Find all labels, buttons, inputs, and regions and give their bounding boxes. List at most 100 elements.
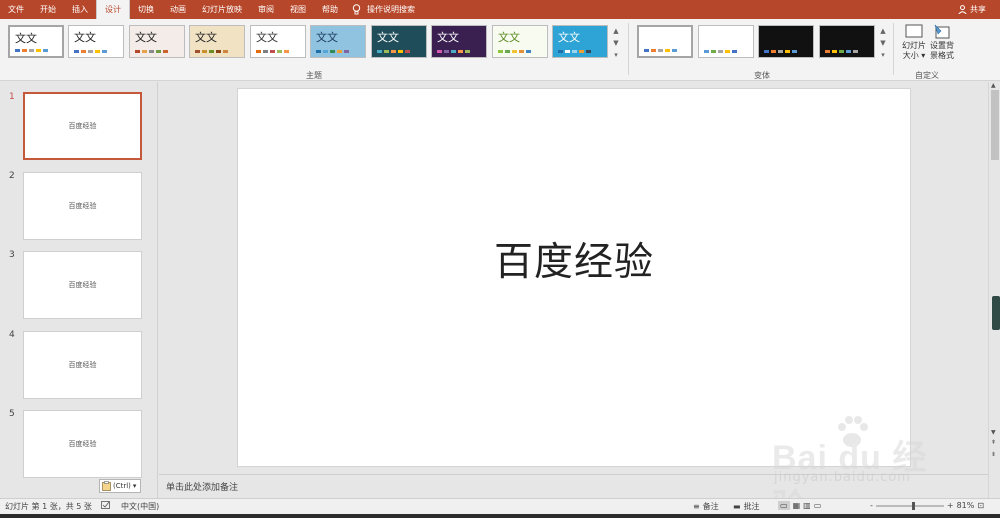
scroll-down-icon[interactable]: ▼ [991, 429, 996, 436]
theme-option-9[interactable]: 文文 [492, 25, 548, 58]
tab-design[interactable]: 设计 [96, 0, 130, 19]
theme-option-10[interactable]: 文文 [552, 25, 608, 58]
color-swatch [505, 50, 510, 53]
spellcheck-status[interactable] [101, 501, 111, 510]
slide-thumbnail-4[interactable]: 百度经验 [23, 331, 142, 399]
scroll-down-icon[interactable]: ▼ [613, 37, 618, 49]
variant-option-2[interactable] [698, 25, 754, 58]
color-swatch [337, 50, 342, 53]
color-swatch [74, 50, 79, 53]
gallery-more-icon[interactable]: ▾ [881, 49, 885, 61]
notes-placeholder: 单击此处添加备注 [166, 483, 239, 493]
theme-option-4[interactable]: 文文 [189, 25, 245, 58]
scroll-up-icon[interactable]: ▲ [880, 25, 885, 37]
person-icon [958, 5, 967, 14]
color-swatch [163, 50, 168, 53]
normal-view-icon[interactable]: ▭ [778, 501, 790, 510]
reading-view-icon[interactable]: ▥ [803, 501, 811, 510]
zoom-in-button[interactable]: + [947, 501, 954, 510]
slide-info: 幻灯片 第 1 张，共 5 张 [5, 502, 92, 511]
theme-color-swatches [135, 50, 168, 53]
color-swatch [384, 50, 389, 53]
tell-me-search[interactable]: 操作说明搜索 [346, 0, 421, 19]
theme-sample-text: 文文 [74, 31, 96, 44]
previous-slide-icon[interactable]: ⇞ [991, 439, 996, 446]
slide-number: 2 [9, 171, 15, 181]
tab-file[interactable]: 文件 [0, 0, 32, 19]
tab-home[interactable]: 开始 [32, 0, 64, 19]
format-background-icon [934, 24, 950, 39]
slide-title-textbox[interactable]: 百度经验 [238, 231, 910, 287]
format-background-label-2: 景格式 [930, 51, 954, 60]
color-swatch [718, 50, 723, 53]
paste-options-button[interactable]: (Ctrl) ▾ [99, 479, 141, 493]
comments-button[interactable]: ▬ 批注 [733, 501, 760, 512]
fit-to-window-icon[interactable]: ⊡ [977, 501, 984, 510]
share-button[interactable]: 共享 [958, 0, 986, 19]
notes-button[interactable]: ≡ 备注 [693, 501, 719, 512]
theme-option-6[interactable]: 文文 [310, 25, 366, 58]
color-swatch [202, 50, 207, 53]
tab-review[interactable]: 审阅 [250, 0, 282, 19]
color-swatch [458, 50, 463, 53]
slide-thumbnail-2[interactable]: 百度经验 [23, 172, 142, 240]
slide-thumbnail-1[interactable]: 百度经验 [23, 92, 142, 160]
zoom-slider[interactable] [875, 501, 944, 510]
variant-option-1[interactable] [637, 25, 693, 58]
variant-color-swatches [704, 50, 737, 53]
theme-option-7[interactable]: 文文 [371, 25, 427, 58]
theme-option-1[interactable]: 文文 [8, 25, 64, 58]
scroll-up-icon[interactable]: ▲ [991, 82, 996, 89]
color-swatch [323, 50, 328, 53]
zoom-percent[interactable]: 81% [957, 501, 975, 510]
color-swatch [672, 49, 677, 52]
zoom-out-button[interactable]: - [870, 501, 873, 510]
customize-group-label: 自定义 [915, 71, 939, 80]
variants-gallery-scroll[interactable]: ▲ ▼ ▾ [877, 25, 889, 65]
slide-size-button[interactable]: 幻灯片 大小 ▾ [900, 23, 928, 61]
variant-color-swatches [644, 49, 677, 52]
slide-sorter-icon[interactable]: ▦ [793, 501, 801, 510]
language-status[interactable]: 中文(中国) [121, 501, 159, 512]
color-swatch [405, 50, 410, 53]
vertical-scrollbar[interactable]: ▲ ▼ ⇞ ⇟ [988, 82, 1000, 498]
theme-option-2[interactable]: 文文 [68, 25, 124, 58]
slide-count-status: 幻灯片 第 1 张，共 5 张 [5, 501, 92, 512]
slide-thumbnail-5[interactable]: 百度经验 [23, 410, 142, 478]
variant-option-3[interactable] [758, 25, 814, 58]
tab-animations[interactable]: 动画 [162, 0, 194, 19]
theme-color-swatches [195, 50, 228, 53]
tab-help[interactable]: 帮助 [314, 0, 346, 19]
color-swatch [149, 50, 154, 53]
variant-color-swatches [764, 50, 797, 53]
gallery-more-icon[interactable]: ▾ [614, 49, 618, 61]
next-slide-icon[interactable]: ⇟ [991, 451, 996, 458]
view-buttons: ▭ ▦ ▥ ▭ [778, 501, 821, 510]
tab-insert[interactable]: 插入 [64, 0, 96, 19]
color-swatch [277, 50, 282, 53]
tab-transitions[interactable]: 切换 [130, 0, 162, 19]
theme-option-3[interactable]: 文文 [129, 25, 185, 58]
tab-slideshow[interactable]: 幻灯片放映 [194, 0, 250, 19]
theme-color-swatches [256, 50, 289, 53]
format-background-button[interactable]: 设置背 景格式 [928, 23, 956, 61]
color-swatch [156, 50, 161, 53]
current-slide[interactable]: 百度经验 [237, 88, 911, 467]
scrollbar-thumb[interactable] [991, 90, 999, 160]
themes-gallery-scroll[interactable]: ▲ ▼ ▾ [610, 25, 622, 65]
color-swatch [316, 50, 321, 53]
theme-option-8[interactable]: 文文 [431, 25, 487, 58]
theme-option-5[interactable]: 文文 [250, 25, 306, 58]
spellcheck-icon [101, 501, 110, 509]
group-divider [628, 23, 629, 75]
color-swatch [792, 50, 797, 53]
tab-view[interactable]: 视图 [282, 0, 314, 19]
color-swatch [846, 50, 851, 53]
variant-option-4[interactable] [819, 25, 875, 58]
slideshow-icon[interactable]: ▭ [814, 501, 822, 510]
theme-color-swatches [316, 50, 349, 53]
slide-thumbnail-3[interactable]: 百度经验 [23, 251, 142, 319]
scroll-down-icon[interactable]: ▼ [880, 37, 885, 49]
clipboard-icon [102, 481, 111, 491]
scroll-up-icon[interactable]: ▲ [613, 25, 618, 37]
